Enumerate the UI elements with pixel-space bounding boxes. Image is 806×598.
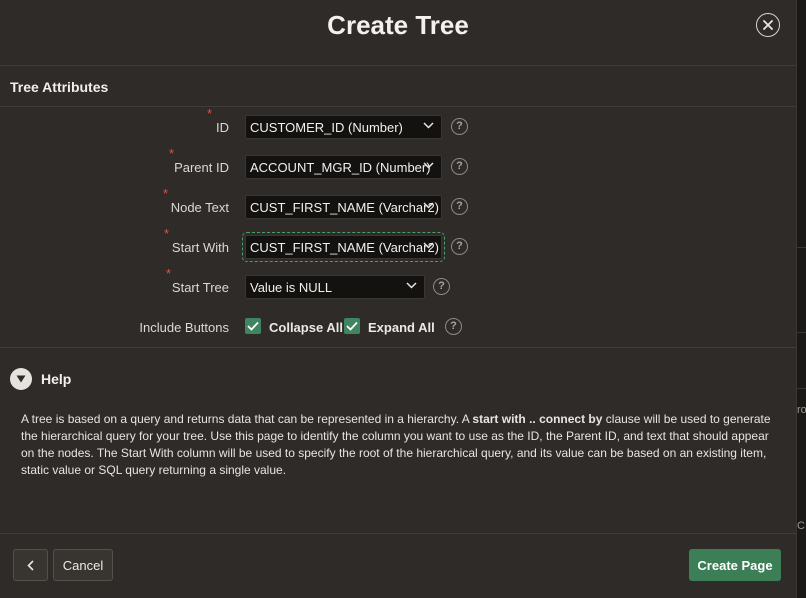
collapse-all-label[interactable]: Collapse All — [269, 320, 343, 335]
help-text: A tree is based on a query and returns d… — [21, 411, 776, 479]
required-indicator: * — [163, 186, 169, 201]
help-title: Help — [41, 371, 72, 387]
background-divider — [797, 332, 806, 333]
section-divider — [0, 347, 796, 348]
chevron-down-icon — [423, 202, 434, 209]
field-row-start-with: * Start With CUST_FIRST_NAME (Varchar2) … — [0, 226, 796, 262]
dialog-header: Create Tree — [0, 0, 796, 66]
cancel-button[interactable]: Cancel — [53, 549, 113, 581]
required-indicator: * — [164, 226, 170, 241]
field-label: Start With — [171, 240, 229, 255]
selected-value: Value is NULL — [250, 280, 333, 295]
field-label: Start Tree — [171, 280, 229, 295]
help-icon[interactable]: ? — [451, 238, 468, 255]
background-page — [797, 0, 806, 598]
background-divider — [797, 388, 806, 389]
chevron-left-icon — [27, 559, 34, 571]
chevron-down-icon — [423, 242, 434, 249]
background-text: ro — [797, 404, 806, 416]
help-icon[interactable]: ? — [451, 198, 468, 215]
checkmark-icon — [346, 321, 358, 331]
back-button[interactable] — [13, 549, 48, 581]
help-text-part: A tree is based on a query and returns d… — [21, 412, 473, 426]
selected-value: CUST_FIRST_NAME (Varchar2) — [250, 240, 440, 255]
checkmark-icon — [247, 321, 259, 331]
close-button[interactable] — [756, 13, 780, 37]
background-text: C — [797, 520, 805, 532]
required-indicator: * — [169, 146, 175, 161]
node-text-select[interactable]: CUST_FIRST_NAME (Varchar2) — [245, 195, 442, 219]
selected-value: CUST_FIRST_NAME (Varchar2) — [250, 200, 440, 215]
help-icon[interactable]: ? — [451, 118, 468, 135]
help-collapse-toggle[interactable] — [10, 368, 32, 390]
field-row-start-tree: * Start Tree Value is NULL ? — [0, 266, 796, 300]
parent-id-select[interactable]: ACCOUNT_MGR_ID (Number) — [245, 155, 442, 179]
field-row-node-text: * Node Text CUST_FIRST_NAME (Varchar2) ? — [0, 186, 796, 220]
selected-value: CUSTOMER_ID (Number) — [250, 120, 403, 135]
required-indicator: * — [207, 106, 213, 121]
footer-divider — [0, 533, 796, 534]
chevron-down-icon — [406, 282, 417, 289]
field-row-include-buttons: Include Buttons Collapse All Expand All … — [0, 314, 796, 340]
help-icon[interactable]: ? — [445, 318, 462, 335]
close-icon — [763, 20, 773, 30]
create-tree-dialog: Create Tree Tree Attributes * ID CUSTOME… — [0, 0, 797, 598]
chevron-down-icon — [423, 162, 434, 169]
help-text-bold: start with .. connect by — [472, 412, 603, 426]
dialog-title: Create Tree — [327, 10, 469, 40]
field-label: Parent ID — [174, 160, 229, 175]
chevron-down-icon — [423, 122, 434, 129]
field-row-parent-id: * Parent ID ACCOUNT_MGR_ID (Number) ? — [0, 146, 796, 180]
field-label: ID — [216, 120, 229, 135]
field-row-id: * ID CUSTOMER_ID (Number) ? — [0, 106, 796, 140]
selected-value: ACCOUNT_MGR_ID (Number) — [250, 160, 431, 175]
help-icon[interactable]: ? — [433, 278, 450, 295]
collapse-all-checkbox[interactable] — [245, 318, 261, 334]
caret-down-icon — [16, 375, 26, 383]
start-tree-select[interactable]: Value is NULL — [245, 275, 425, 299]
expand-all-checkbox[interactable] — [344, 318, 360, 334]
field-label: Node Text — [170, 200, 229, 215]
field-label: Include Buttons — [139, 320, 229, 335]
help-icon[interactable]: ? — [451, 158, 468, 175]
start-with-select[interactable]: CUST_FIRST_NAME (Varchar2) — [242, 232, 445, 262]
create-page-button[interactable]: Create Page — [689, 549, 781, 581]
expand-all-label[interactable]: Expand All — [368, 320, 435, 335]
background-divider — [797, 247, 806, 248]
id-select[interactable]: CUSTOMER_ID (Number) — [245, 115, 442, 139]
required-indicator: * — [166, 266, 172, 281]
tree-attributes-header: Tree Attributes — [0, 66, 796, 107]
section-title: Tree Attributes — [10, 79, 109, 95]
